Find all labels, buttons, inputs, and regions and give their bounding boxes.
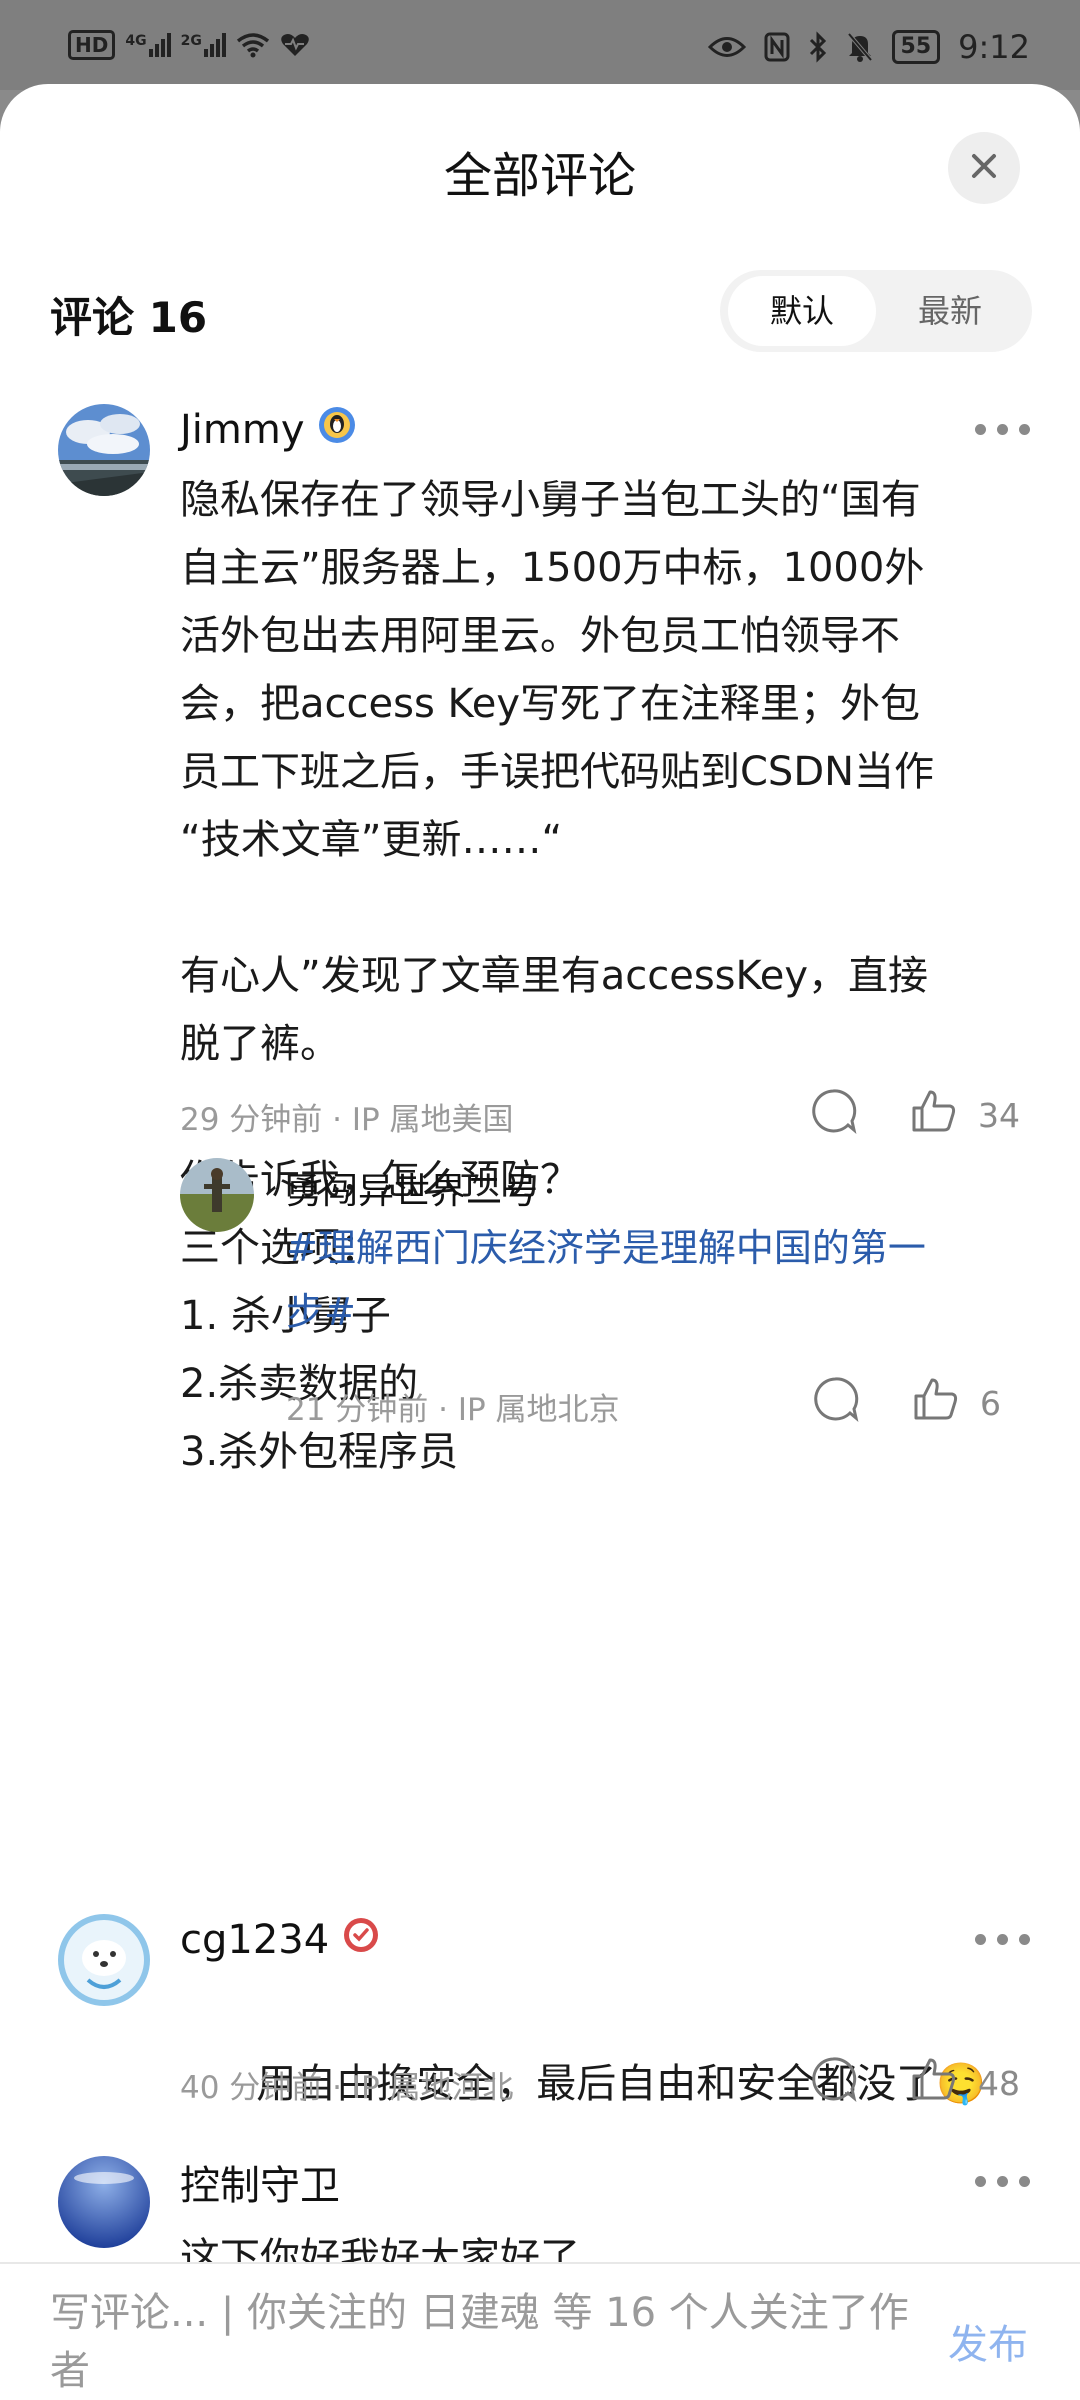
like-count: 6 [980, 1383, 1001, 1423]
comment-item: cg1234 用自由换安全，最后自由和安全都没了🤤 40 分钟前 · IP 属地… [0, 1914, 1080, 2144]
thumbs-up-icon [908, 2054, 958, 2112]
status-bar: HD 4G 2G 55 9:12 [0, 0, 1080, 90]
username[interactable]: Jimmy [180, 404, 357, 456]
username-text: 勇闯异世界二号 [286, 1171, 539, 1212]
reply-button[interactable] [808, 2054, 858, 2112]
2g-signal-icon: 2G [181, 33, 226, 57]
reply-button[interactable] [810, 1374, 860, 1432]
sort-toggle: 默认 最新 [720, 270, 1032, 352]
username[interactable]: 勇闯异世界二号 [286, 1162, 538, 1214]
thumbs-up-icon [910, 1374, 960, 1432]
reply-meta: 21 分钟前 · IP 属地北京 [286, 1392, 620, 1428]
mute-bell-icon [846, 31, 874, 63]
sort-default-tab[interactable]: 默认 [728, 276, 876, 346]
reply-button[interactable] [808, 1086, 858, 1144]
status-right: 55 9:12 [707, 28, 1030, 66]
comments-sheet: 全部评论 评论 16 默认 最新 Jimmy 隐私保存在了领导小舅子当包工头的“… [0, 84, 1080, 2400]
comment-meta: 40 分钟前 · IP 属地河北 [180, 2070, 514, 2106]
verified-badge-icon [341, 1915, 381, 1965]
avatar[interactable] [58, 404, 150, 496]
username-text: Jimmy [180, 407, 305, 453]
username[interactable]: 控制守卫 [180, 2156, 340, 2209]
comment-count: 评论 16 [50, 293, 208, 342]
battery-indicator: 55 [891, 30, 941, 64]
comment-actions: 34 [808, 1086, 1020, 1144]
like-button[interactable]: 6 [910, 1374, 1020, 1432]
comment-input[interactable]: 写评论... | 你关注的 日建魂 等 16 个人关注了作者 [50, 2284, 910, 2400]
more-options-icon[interactable] [975, 2176, 1030, 2187]
hd-icon: HD [68, 30, 116, 60]
comment-meta: 29 分钟前 · IP 属地美国 [180, 1102, 514, 1138]
comment-item: Jimmy 隐私保存在了领导小舅子当包工头的“国有 自主云”服务器上，1500万… [0, 404, 1080, 1475]
eye-icon [707, 34, 746, 60]
avatar[interactable] [58, 2156, 150, 2248]
more-options-icon[interactable] [975, 424, 1030, 435]
wifi-icon [236, 32, 270, 58]
more-options-icon[interactable] [975, 1934, 1030, 1945]
signal-label: 4G [125, 33, 147, 49]
close-icon [970, 152, 998, 184]
comment-bubble-icon [808, 2054, 858, 2112]
health-icon [280, 32, 310, 58]
penguin-badge-icon [317, 405, 357, 455]
comment-bubble-icon [810, 1374, 860, 1432]
comment-input-bar: 写评论... | 你关注的 日建魂 等 16 个人关注了作者 发布 [0, 2262, 1080, 2400]
like-button[interactable]: 48 [908, 2054, 1020, 2112]
thumbs-up-icon [908, 1086, 958, 1144]
reply-text[interactable]: #理解西门庆经济学是理解中国的第一 步# [286, 1216, 1006, 1344]
nfc-icon [764, 32, 790, 62]
like-count: 34 [978, 1095, 1020, 1135]
comment-actions: 48 [808, 2054, 1020, 2112]
username-text: cg1234 [180, 1917, 330, 1963]
reply-actions: 6 [810, 1374, 1020, 1432]
like-count: 48 [978, 2063, 1020, 2103]
clock: 9:12 [958, 28, 1030, 66]
username-text: 控制守卫 [180, 2163, 340, 2209]
like-button[interactable]: 34 [908, 1086, 1020, 1144]
username[interactable]: cg1234 [180, 1914, 381, 1966]
avatar[interactable] [58, 1914, 150, 2006]
bluetooth-icon [808, 31, 828, 63]
publish-button[interactable]: 发布 [948, 2312, 1028, 2370]
sheet-title: 全部评论 [443, 148, 636, 204]
4g-signal-icon: 4G [125, 33, 171, 57]
status-left: HD 4G 2G [68, 30, 310, 60]
avatar[interactable] [180, 1158, 254, 1232]
signal-label: 2G [180, 33, 202, 49]
sort-latest-tab[interactable]: 最新 [876, 276, 1024, 346]
close-button[interactable] [948, 132, 1020, 204]
comment-bubble-icon [808, 1086, 858, 1144]
